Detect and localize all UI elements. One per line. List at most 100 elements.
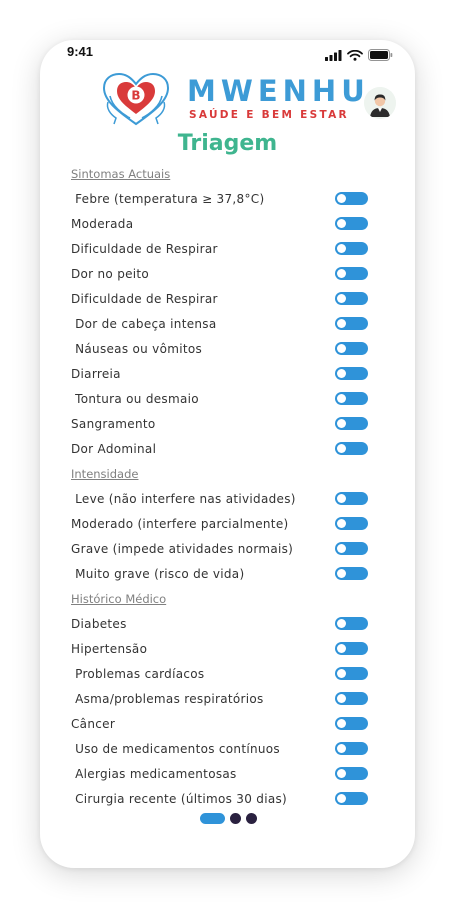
page-title: Triagem xyxy=(177,131,278,156)
toggle-knob xyxy=(337,219,346,228)
toggle-knob xyxy=(337,419,346,428)
triage-item-label: Hipertensão xyxy=(71,642,148,656)
pager-dot[interactable] xyxy=(230,813,241,824)
toggle-knob xyxy=(337,369,346,378)
toggle-switch[interactable] xyxy=(335,717,368,730)
toggle-switch[interactable] xyxy=(335,642,368,655)
toggle-knob xyxy=(337,544,346,553)
triage-item-row: Asma/problemas respiratórios xyxy=(71,689,371,714)
toggle-switch[interactable] xyxy=(335,417,368,430)
toggle-switch[interactable] xyxy=(335,317,368,330)
toggle-switch[interactable] xyxy=(335,367,368,380)
toggle-switch[interactable] xyxy=(335,442,368,455)
triage-item-row: Tontura ou desmaio xyxy=(71,389,371,414)
triage-item-label: Diarreia xyxy=(71,367,121,381)
section-title: Intensidade xyxy=(71,467,139,481)
toggle-knob xyxy=(337,744,346,753)
triage-item-label: Muito grave (risco de vida) xyxy=(71,567,245,581)
toggle-switch[interactable] xyxy=(335,567,368,580)
triage-item-label: Náuseas ou vômitos xyxy=(71,342,203,356)
toggle-switch[interactable] xyxy=(335,292,368,305)
triage-item-label: Alergias medicamentosas xyxy=(71,767,237,781)
triage-item-label: Leve (não interfere nas atividades) xyxy=(71,492,296,506)
toggle-knob xyxy=(337,694,346,703)
triage-item-row: Dor no peito xyxy=(71,264,371,289)
status-icons xyxy=(325,46,393,65)
toggle-switch[interactable] xyxy=(335,692,368,705)
pager-dot-active[interactable] xyxy=(200,813,225,824)
toggle-switch[interactable] xyxy=(335,517,368,530)
status-time: 9:41 xyxy=(67,44,94,59)
triage-item-row: Muito grave (risco de vida) xyxy=(71,564,371,589)
toggle-knob xyxy=(337,244,346,253)
toggle-switch[interactable] xyxy=(335,667,368,680)
toggle-knob xyxy=(337,294,346,303)
triage-item-row: Leve (não interfere nas atividades) xyxy=(71,489,371,514)
triage-form: Sintomas Actuais Febre (temperatura ≥ 37… xyxy=(71,164,371,814)
triage-item-label: Câncer xyxy=(71,717,116,731)
brand-tagline: SAÚDE E BEM ESTAR xyxy=(189,109,349,121)
triage-item-row: Hipertensão xyxy=(71,639,371,664)
triage-item-row: Dor Adominal xyxy=(71,439,371,464)
toggle-switch[interactable] xyxy=(335,492,368,505)
battery-icon xyxy=(368,46,393,65)
toggle-switch[interactable] xyxy=(335,742,368,755)
triage-item-row: Problemas cardíacos xyxy=(71,664,371,689)
triage-item-label: Moderado (interfere parcialmente) xyxy=(71,517,289,531)
triage-item-row: Dificuldade de Respirar xyxy=(71,289,371,314)
signal-icon xyxy=(325,46,342,65)
phone-frame: 9:41 B MWENHU SAÚDE E BEM ESTAR Triagem … xyxy=(40,40,415,868)
toggle-switch[interactable] xyxy=(335,792,368,805)
toggle-knob xyxy=(337,569,346,578)
toggle-knob xyxy=(337,669,346,678)
section-title: Sintomas Actuais xyxy=(71,167,171,181)
triage-item-row: Moderado (interfere parcialmente) xyxy=(71,514,371,539)
toggle-switch[interactable] xyxy=(335,342,368,355)
triage-item-row: Moderada xyxy=(71,214,371,239)
triage-item-label: Febre (temperatura ≥ 37,8°C) xyxy=(71,192,265,206)
triage-item-label: Grave (impede atividades normais) xyxy=(71,542,294,556)
toggle-knob xyxy=(337,494,346,503)
toggle-knob xyxy=(337,619,346,628)
triage-item-row: Alergias medicamentosas xyxy=(71,764,371,789)
triage-item-row: Dor de cabeça intensa xyxy=(71,314,371,339)
toggle-switch[interactable] xyxy=(335,617,368,630)
triage-item-label: Dor Adominal xyxy=(71,442,157,456)
toggle-knob xyxy=(337,644,346,653)
toggle-knob xyxy=(337,394,346,403)
toggle-switch[interactable] xyxy=(335,542,368,555)
status-bar: 9:41 xyxy=(40,40,415,64)
toggle-switch[interactable] xyxy=(335,217,368,230)
toggle-knob xyxy=(337,769,346,778)
toggle-switch[interactable] xyxy=(335,242,368,255)
heart-faces-logo-icon: B xyxy=(100,72,172,128)
user-avatar-icon[interactable] xyxy=(364,87,396,119)
brand-name: MWENHU xyxy=(187,74,370,108)
pager-dot[interactable] xyxy=(246,813,257,824)
triage-item-label: Cirurgia recente (últimos 30 dias) xyxy=(71,792,288,806)
toggle-switch[interactable] xyxy=(335,267,368,280)
page-indicator xyxy=(200,813,257,824)
triage-item-label: Diabetes xyxy=(71,617,127,631)
triage-item-row: Câncer xyxy=(71,714,371,739)
toggle-switch[interactable] xyxy=(335,192,368,205)
toggle-switch[interactable] xyxy=(335,392,368,405)
toggle-knob xyxy=(337,519,346,528)
triage-item-label: Dificuldade de Respirar xyxy=(71,292,218,306)
toggle-knob xyxy=(337,319,346,328)
triage-item-label: Dificuldade de Respirar xyxy=(71,242,218,256)
toggle-knob xyxy=(337,444,346,453)
wifi-icon xyxy=(347,46,363,65)
toggle-knob xyxy=(337,719,346,728)
toggle-switch[interactable] xyxy=(335,767,368,780)
triage-item-row: Diabetes xyxy=(71,614,371,639)
triage-item-label: Tontura ou desmaio xyxy=(71,392,199,406)
triage-item-label: Problemas cardíacos xyxy=(71,667,205,681)
triage-item-row: Cirurgia recente (últimos 30 dias) xyxy=(71,789,371,814)
triage-item-row: Febre (temperatura ≥ 37,8°C) xyxy=(71,189,371,214)
triage-item-row: Sangramento xyxy=(71,414,371,439)
app-header: B MWENHU SAÚDE E BEM ESTAR xyxy=(40,70,415,132)
toggle-knob xyxy=(337,344,346,353)
toggle-knob xyxy=(337,194,346,203)
logo-badge-letter: B xyxy=(131,89,140,103)
